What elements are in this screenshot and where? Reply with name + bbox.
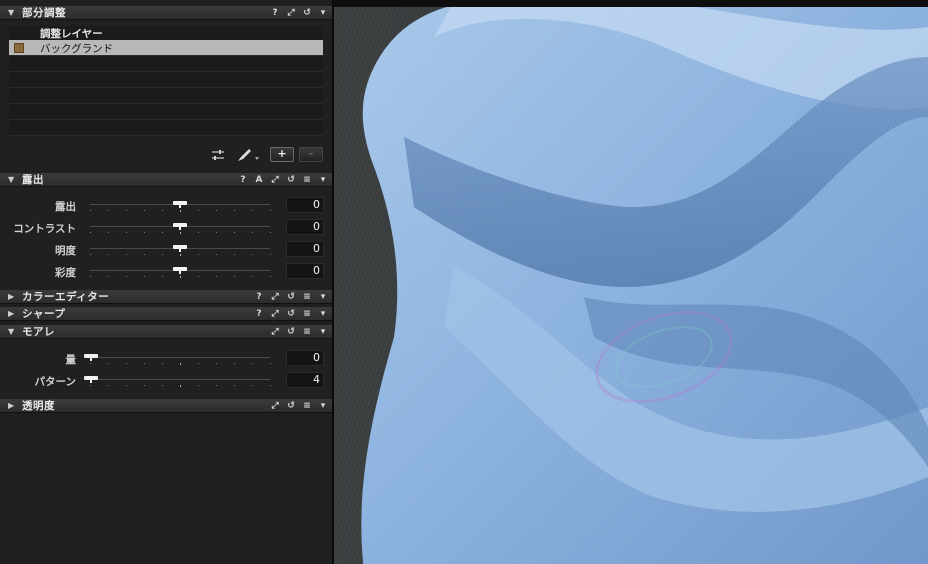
- slider-label: パターン: [34, 376, 76, 388]
- sharpening-title: シャープ: [22, 308, 66, 320]
- saturation-slider-row: 彩度 0: [0, 261, 332, 283]
- pop-out-icon[interactable]: ⤢: [270, 327, 280, 337]
- slider-value-field[interactable]: 4: [286, 372, 324, 388]
- pop-out-icon[interactable]: ⤢: [270, 292, 280, 302]
- slider-knob[interactable]: [84, 354, 98, 361]
- menu-arrow-icon[interactable]: ▾: [318, 327, 328, 337]
- presets-icon[interactable]: ≡: [302, 292, 312, 302]
- tools-panel: ▼ 部分調整 ? ⤢ ↺ ▾ 調整レイヤー バックグランド + - ▼ 露出 ?…: [0, 0, 332, 564]
- menu-arrow-icon[interactable]: ▾: [318, 401, 328, 411]
- menu-arrow-icon[interactable]: ▾: [318, 8, 328, 18]
- opacity-title: 透明度: [22, 400, 55, 412]
- layers-column-header: 調整レイヤー: [40, 28, 103, 40]
- color-editor-header[interactable]: ▶ カラーエディター ? ⤢ ↺ ≡ ▾: [0, 290, 332, 304]
- layer-row-empty: [9, 72, 323, 88]
- expand-icon[interactable]: ▶: [8, 401, 18, 410]
- slider-value-field[interactable]: 0: [286, 350, 324, 366]
- menu-arrow-icon[interactable]: ▾: [318, 175, 328, 185]
- menu-arrow-icon[interactable]: ▾: [318, 309, 328, 319]
- adjust-options-icon[interactable]: [211, 149, 225, 161]
- exposure-slider-row: 露出 0: [0, 195, 332, 217]
- slider-label: 明度: [55, 245, 76, 257]
- opacity-header[interactable]: ▶ 透明度 ⤢ ↺ ≡ ▾: [0, 399, 332, 413]
- reset-icon[interactable]: ↺: [286, 175, 296, 185]
- exposure-title: 露出: [22, 174, 44, 186]
- slider-knob[interactable]: [173, 223, 187, 230]
- reset-icon[interactable]: ↺: [302, 8, 312, 18]
- pop-out-icon[interactable]: ⤢: [270, 175, 280, 185]
- expand-icon[interactable]: ▶: [8, 309, 18, 318]
- reset-icon[interactable]: ↺: [286, 327, 296, 337]
- slider-value-field[interactable]: 0: [286, 197, 324, 213]
- menu-arrow-icon[interactable]: ▾: [318, 292, 328, 302]
- slider-value-field[interactable]: 0: [286, 219, 324, 235]
- presets-icon[interactable]: ≡: [302, 327, 312, 337]
- layer-row-empty: [9, 56, 323, 72]
- moire-body: 量 0 パターン 4: [0, 340, 332, 397]
- local-adjustments-header[interactable]: ▼ 部分調整 ? ⤢ ↺ ▾: [0, 6, 332, 20]
- pop-out-icon[interactable]: ⤢: [286, 8, 296, 18]
- reset-icon[interactable]: ↺: [286, 292, 296, 302]
- moire-pattern-slider-row: パターン 4: [0, 370, 332, 392]
- slider-value-field[interactable]: 0: [286, 241, 324, 257]
- collapse-icon[interactable]: ▼: [8, 175, 18, 184]
- help-icon[interactable]: ?: [270, 8, 280, 18]
- expand-icon[interactable]: ▶: [8, 292, 18, 301]
- help-icon[interactable]: ?: [254, 309, 264, 319]
- slider-label: 量: [65, 354, 77, 366]
- reset-icon[interactable]: ↺: [286, 401, 296, 411]
- brightness-slider-row: 明度 0: [0, 239, 332, 261]
- slider-track[interactable]: [90, 357, 270, 358]
- presets-icon[interactable]: ≡: [302, 401, 312, 411]
- pop-out-icon[interactable]: ⤢: [270, 401, 280, 411]
- help-icon[interactable]: ?: [238, 175, 248, 185]
- reset-icon[interactable]: ↺: [286, 309, 296, 319]
- collapse-icon[interactable]: ▼: [8, 8, 18, 17]
- slider-knob[interactable]: [84, 376, 98, 383]
- contrast-slider-row: コントラスト 0: [0, 217, 332, 239]
- image-viewer[interactable]: [334, 0, 928, 564]
- moire-amount-slider-row: 量 0: [0, 348, 332, 370]
- layer-visibility-checkbox[interactable]: [14, 43, 24, 53]
- exposure-header[interactable]: ▼ 露出 ? A ⤢ ↺ ≡ ▾: [0, 173, 332, 187]
- brush-icon[interactable]: [236, 147, 260, 163]
- slider-knob[interactable]: [173, 245, 187, 252]
- moire-title: モアレ: [22, 326, 55, 338]
- sharpening-header[interactable]: ▶ シャープ ? ⤢ ↺ ≡ ▾: [0, 307, 332, 321]
- local-adjustments-body: 調整レイヤー バックグランド + -: [0, 21, 332, 173]
- color-editor-title: カラーエディター: [22, 291, 110, 303]
- local-adjustments-title: 部分調整: [22, 7, 66, 19]
- help-icon[interactable]: ?: [254, 292, 264, 302]
- slider-track[interactable]: [90, 379, 270, 380]
- pop-out-icon[interactable]: ⤢: [270, 309, 280, 319]
- layer-row-empty: [9, 88, 323, 104]
- remove-layer-button[interactable]: -: [299, 147, 323, 162]
- collapse-icon[interactable]: ▼: [8, 327, 18, 336]
- presets-icon[interactable]: ≡: [302, 175, 312, 185]
- slider-value-field[interactable]: 0: [286, 263, 324, 279]
- layer-row-empty: [9, 104, 323, 120]
- presets-icon[interactable]: ≡: [302, 309, 312, 319]
- auto-icon[interactable]: A: [254, 175, 264, 185]
- slider-knob[interactable]: [173, 201, 187, 208]
- exposure-body: 露出 0 コントラスト 0 明度 0 彩度 0: [0, 188, 332, 289]
- add-layer-button[interactable]: +: [270, 147, 294, 162]
- slider-label: 彩度: [55, 267, 76, 279]
- moire-header[interactable]: ▼ モアレ ⤢ ↺ ≡ ▾: [0, 325, 332, 339]
- slider-label: コントラスト: [13, 223, 76, 235]
- layer-row-background[interactable]: バックグランド: [9, 40, 323, 56]
- slider-label: 露出: [55, 201, 76, 213]
- photo-blue-fabric: [334, 7, 928, 564]
- layer-name: バックグランド: [40, 43, 114, 55]
- slider-knob[interactable]: [173, 267, 187, 274]
- layer-row-empty: [9, 120, 323, 136]
